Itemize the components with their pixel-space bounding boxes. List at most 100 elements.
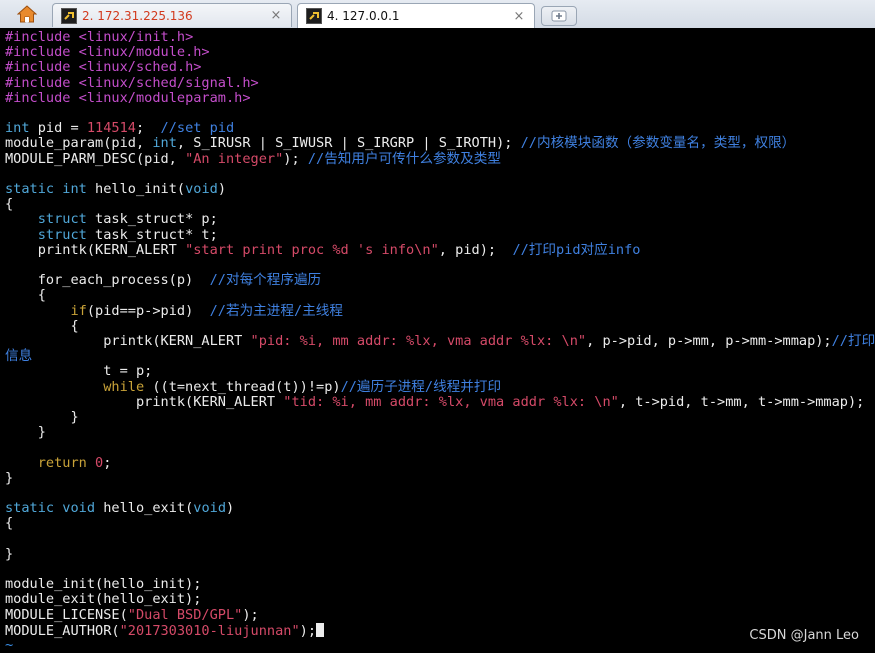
code-token: "An integer" bbox=[185, 150, 284, 167]
code-comment: //对每个程序遍历 bbox=[209, 272, 322, 289]
code-token: ) bbox=[217, 181, 227, 197]
code-line: #include <linux/moduleparam.h> bbox=[5, 89, 251, 106]
code-line: return 0; bbox=[5, 454, 112, 471]
code-token: ((t=next_thread(t))!=p) bbox=[144, 378, 341, 395]
code-token: <linux/init.h> bbox=[78, 29, 194, 45]
code-line: { bbox=[5, 288, 46, 303]
code-token: { bbox=[5, 196, 14, 213]
tab-bar: 2. 172.31.225.136 × 4. 127.0.0.1 × bbox=[0, 0, 875, 29]
code-token: MODULE_PARM_DESC(pid, bbox=[5, 150, 186, 167]
code-token: ~ bbox=[5, 637, 14, 653]
code-line: for_each_process(p) //对每个程序遍历 bbox=[5, 273, 321, 288]
code-token: hello_init( bbox=[86, 181, 186, 197]
code-line: 信息 bbox=[5, 349, 32, 364]
code-line: } bbox=[5, 425, 46, 440]
code-line: { bbox=[5, 318, 78, 334]
code-line: t = p; bbox=[5, 364, 152, 379]
close-icon[interactable]: × bbox=[512, 9, 526, 24]
code-line: MODULE_PARM_DESC(pid, "An integer"); //告… bbox=[5, 150, 501, 167]
code-line: #include <linux/sched/signal.h> bbox=[5, 74, 259, 91]
code-token: MODULE_AUTHOR( bbox=[5, 622, 120, 639]
terminal-screen[interactable]: #include <linux/init.h> #include <linux/m… bbox=[0, 28, 875, 653]
code-token: #include bbox=[5, 59, 79, 76]
code-token: 114514 bbox=[86, 120, 136, 137]
code-token: module_exit(hello_exit); bbox=[5, 591, 202, 608]
code-token: "pid: %i, mm addr: %lx, vma addr %lx: \n… bbox=[250, 333, 587, 349]
code-line: ~ bbox=[5, 637, 14, 653]
code-token: hello_exit( bbox=[95, 500, 194, 517]
watermark: CSDN @Jann Leo bbox=[749, 628, 859, 643]
code-token: module_param(pid, bbox=[5, 135, 153, 152]
code-token: ; bbox=[103, 454, 112, 471]
code-comment: //打印 bbox=[831, 333, 875, 349]
code-token: "Dual BSD/GPL" bbox=[127, 606, 243, 623]
code-token: ); bbox=[242, 606, 259, 623]
code-token: #include bbox=[5, 44, 79, 61]
tab-session-1[interactable]: 2. 172.31.225.136 × bbox=[52, 3, 292, 27]
code-token: ) bbox=[226, 500, 235, 517]
code-comment: //告知用户可传什么参数及类型 bbox=[307, 150, 501, 167]
code-token: MODULE_LICENSE( bbox=[5, 606, 128, 623]
code-line: struct task_struct* t; bbox=[5, 226, 218, 243]
new-tab-icon bbox=[551, 10, 567, 22]
code-token: #include bbox=[5, 89, 79, 106]
code-line: { bbox=[5, 197, 13, 212]
code-comment: 信息 bbox=[5, 348, 33, 365]
code-line: static void hello_exit(void) bbox=[5, 501, 234, 516]
code-token: } bbox=[5, 424, 46, 441]
tab-session-2[interactable]: 4. 127.0.0.1 × bbox=[297, 3, 535, 28]
code-token: , pid); bbox=[438, 241, 513, 258]
home-button[interactable] bbox=[8, 3, 46, 25]
code-token: { bbox=[5, 515, 14, 532]
code-line: #include <linux/module.h> bbox=[5, 45, 210, 60]
code-token: printk(KERN_ALERT bbox=[5, 393, 284, 410]
code-token: task_struct* t; bbox=[86, 226, 218, 243]
code-token: return bbox=[37, 454, 87, 471]
close-icon[interactable]: × bbox=[269, 8, 283, 23]
code-token: struct bbox=[37, 226, 87, 243]
code-token: ; bbox=[135, 120, 161, 137]
code-line: printk(KERN_ALERT "start print proc %d '… bbox=[5, 241, 641, 258]
terminal-icon bbox=[306, 8, 322, 24]
code-token: pid = bbox=[29, 120, 87, 137]
code-comment: //遍历子进程/线程并打印 bbox=[340, 378, 502, 395]
home-icon bbox=[17, 5, 37, 23]
code-token: } bbox=[5, 409, 79, 425]
new-tab-button[interactable] bbox=[541, 6, 577, 26]
code-line: printk(KERN_ALERT "tid: %i, mm addr: %lx… bbox=[5, 393, 865, 410]
code-token: , t->pid, t->mm, t->mm->mmap); bbox=[618, 393, 865, 410]
code-token: , S_IRUSR | S_IWUSR | S_IRGRP | S_IROTH)… bbox=[176, 135, 521, 152]
code-token: static bbox=[5, 500, 55, 517]
code-token: <linux/moduleparam.h> bbox=[78, 89, 251, 106]
code-token: static bbox=[5, 181, 55, 197]
text-cursor bbox=[316, 622, 325, 637]
code-line: printk(KERN_ALERT "pid: %i, mm addr: %lx… bbox=[5, 333, 875, 349]
code-line: } bbox=[5, 470, 13, 486]
code-line: } bbox=[5, 409, 79, 425]
code-token: #include bbox=[5, 29, 79, 45]
code-token: int bbox=[152, 135, 177, 152]
code-token: task_struct* p; bbox=[86, 211, 218, 228]
code-comment: //打印pid对应info bbox=[512, 241, 641, 258]
code-token: int bbox=[62, 181, 87, 197]
code-token: (pid==p->pid) bbox=[86, 302, 210, 319]
code-token: #include bbox=[5, 74, 79, 91]
code-token: "start print proc %d 's info\n" bbox=[185, 241, 439, 258]
code-token: ); bbox=[283, 150, 308, 167]
code-token: } bbox=[5, 545, 14, 562]
code-token: struct bbox=[37, 211, 87, 228]
code-token: void bbox=[185, 181, 218, 197]
code-comment: //内核模块函数（参数变量名，类型，权限） bbox=[520, 135, 796, 152]
code-comment: //若为主进程/主线程 bbox=[209, 302, 343, 319]
tab-title: 4. 127.0.0.1 bbox=[327, 9, 400, 23]
code-line: struct task_struct* p; bbox=[5, 212, 218, 227]
code-line: module_init(hello_init); bbox=[5, 577, 201, 592]
code-token: <linux/module.h> bbox=[78, 44, 210, 61]
code-token: <linux/sched/signal.h> bbox=[78, 74, 259, 91]
code-line: if(pid==p->pid) //若为主进程/主线程 bbox=[5, 302, 343, 319]
code-token: t = p; bbox=[5, 363, 153, 380]
